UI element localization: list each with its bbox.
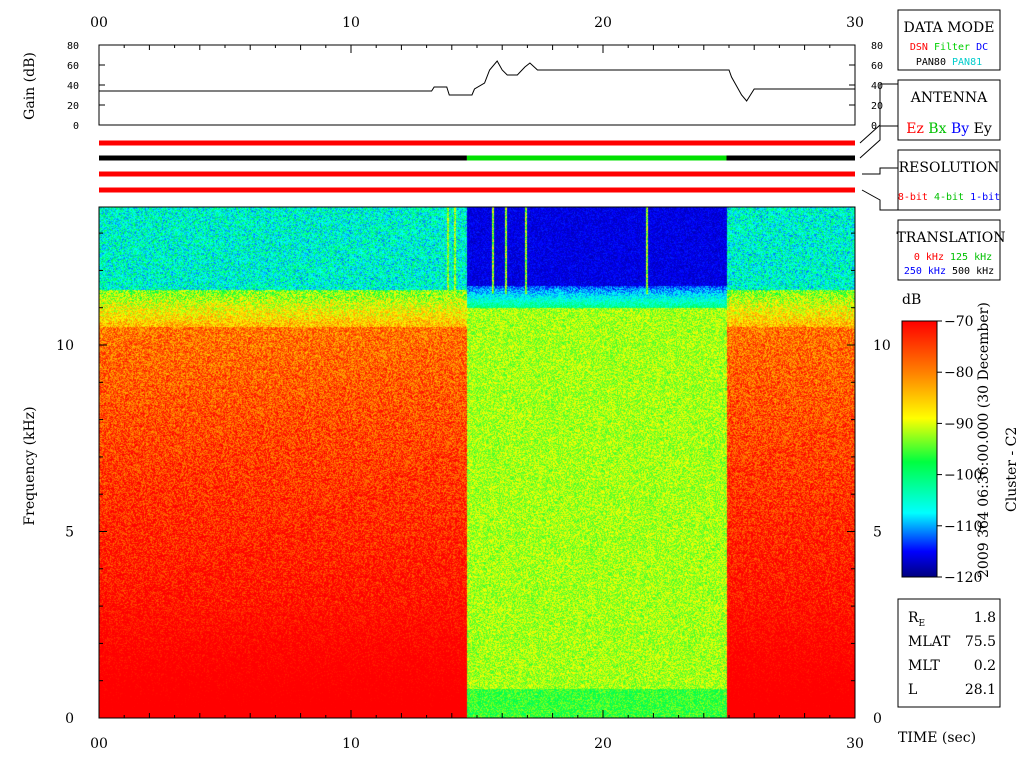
spectrogram-panel: 0 05 510 1000 10 20 30 Frequency (kHz) TIME (s… — [22, 206, 976, 752]
legend-data-mode-title: DATA MODE — [904, 20, 995, 36]
orbit-value: 1.8 — [974, 610, 996, 626]
top-x-tick-label: 00 — [90, 15, 108, 31]
colorbar-tick-label: −90 — [944, 416, 974, 432]
resolution-row: 8-bit 4-bit 1-bit — [898, 192, 1000, 203]
mode-bar-translation — [99, 187, 855, 193]
legend-antenna-title: ANTENNA — [910, 90, 988, 106]
orbit-label: MLT — [908, 658, 940, 674]
resolution-row-item: 1-bit — [964, 192, 1000, 203]
gain-y-tick-label: 60 — [871, 61, 883, 72]
freq-y-tick-label: 5 — [65, 525, 74, 541]
orbit-value: 28.1 — [965, 682, 996, 698]
gain-y-tick-label: 20 — [67, 101, 79, 112]
antenna-row-item: By — [947, 121, 970, 137]
gain-y-label: Gain (dB) — [22, 52, 38, 120]
freq-y-tick-label: 5 — [873, 525, 882, 541]
top-x-tick-label: 10 — [342, 15, 360, 31]
translation-row-item: 0 kHz — [914, 252, 944, 263]
frequency-y-label: Frequency (kHz) — [22, 406, 38, 525]
orbit-label: MLAT — [908, 634, 951, 650]
gain-y-tick-label: 40 — [67, 81, 79, 92]
gain-panel: 0 020 2040 4060 6080 80 Gain (dB) — [22, 41, 883, 132]
freq-y-tick-label: 10 — [873, 338, 891, 354]
colorbar: −70−80−90−100−110−120 dB — [901, 292, 982, 586]
spectrogram-figure: 0 020 2040 4060 6080 80 Gain (dB) 0 05 510 1000 1… — [22, 9, 1020, 752]
translation-row-item: 250 kHz — [904, 266, 946, 277]
data-mode-row: PAN80 PAN81 — [916, 57, 982, 68]
mode-bar-antenna — [466, 155, 727, 161]
mode-bars — [99, 140, 855, 193]
freq-y-tick-label: 0 — [65, 711, 74, 727]
translation-row-item: 125 kHz — [944, 252, 992, 263]
resolution-row-item: 8-bit — [898, 192, 928, 203]
side-subtitle: Cluster - C2 — [1004, 427, 1020, 512]
gain-y-tick-label: 40 — [871, 81, 883, 92]
data-mode-row-item: PAN81 — [946, 57, 982, 68]
resolution-row-item: 4-bit — [928, 192, 964, 203]
orbit-info-box: RE 1.8MLAT 75.5MLT 0.2L 28.1 — [897, 598, 1001, 708]
time-x-tick-label: 30 — [846, 736, 864, 752]
top-x-tick-label: 30 — [846, 15, 864, 31]
data-mode-row-item: DC — [970, 42, 988, 53]
legend-translation: TRANSLATION 0 kHz 125 kHz 250 kHz 500 kH… — [896, 219, 1006, 281]
side-title: 2009 364 06:36:00.000 (30 December) — [976, 302, 992, 578]
antenna-row: Ez Bx By Ey — [906, 121, 992, 137]
top-x-tick-label: 20 — [594, 15, 612, 31]
time-x-tick-label: 10 — [342, 736, 360, 752]
gain-y-tick-label: 80 — [67, 41, 79, 52]
legend-resolution: RESOLUTION 8-bit 4-bit 1-bit — [897, 149, 1001, 211]
mode-bar-resolution — [99, 171, 855, 177]
data-mode-row: DSN Filter DC — [910, 42, 988, 53]
data-mode-row-item: Filter — [928, 42, 970, 53]
mode-bar-data-mode — [99, 140, 855, 146]
colorbar-tick-label: −70 — [944, 314, 974, 330]
legend-resolution-title: RESOLUTION — [899, 160, 1000, 176]
time-x-label: TIME (sec) — [898, 730, 976, 746]
orbit-label-sub: E — [919, 619, 926, 629]
gain-line — [99, 60, 855, 102]
mode-bar-antenna — [726, 155, 855, 161]
translation-row-item: 500 kHz — [946, 266, 994, 277]
orbit-label: L — [908, 682, 917, 698]
colorbar-label: dB — [902, 292, 921, 308]
legend-data-mode: DATA MODE DSN Filter DC PAN80 PAN81 — [897, 9, 1001, 71]
gain-y-tick-label: 60 — [67, 61, 79, 72]
time-x-tick-label: 00 — [90, 736, 108, 752]
legend-translation-title: TRANSLATION — [896, 230, 1005, 246]
freq-y-tick-label: 0 — [873, 711, 882, 727]
colorbar-tick-label: −80 — [944, 365, 974, 381]
gain-y-tick-label: 80 — [871, 41, 883, 52]
orbit-value: 75.5 — [965, 634, 996, 650]
data-mode-row-item: DSN — [910, 42, 928, 53]
legend-antenna: ANTENNA Ez Bx By Ey — [897, 79, 1001, 141]
freq-y-tick-label: 10 — [56, 338, 74, 354]
mode-bar-antenna — [99, 155, 467, 161]
time-x-tick-label: 20 — [594, 736, 612, 752]
gain-y-tick-label: 20 — [871, 101, 883, 112]
antenna-row-item: Bx — [924, 121, 947, 137]
spectrogram-image — [99, 207, 855, 718]
translation-row: 0 kHz 125 kHz — [914, 252, 992, 263]
antenna-row-item: Ez — [906, 121, 924, 137]
translation-row: 250 kHz 500 kHz — [904, 266, 994, 277]
gain-y-tick-label: 0 — [73, 121, 79, 132]
data-mode-row-item: PAN80 — [916, 57, 946, 68]
orbit-value: 0.2 — [974, 658, 996, 674]
antenna-row-item: Ey — [969, 121, 992, 137]
